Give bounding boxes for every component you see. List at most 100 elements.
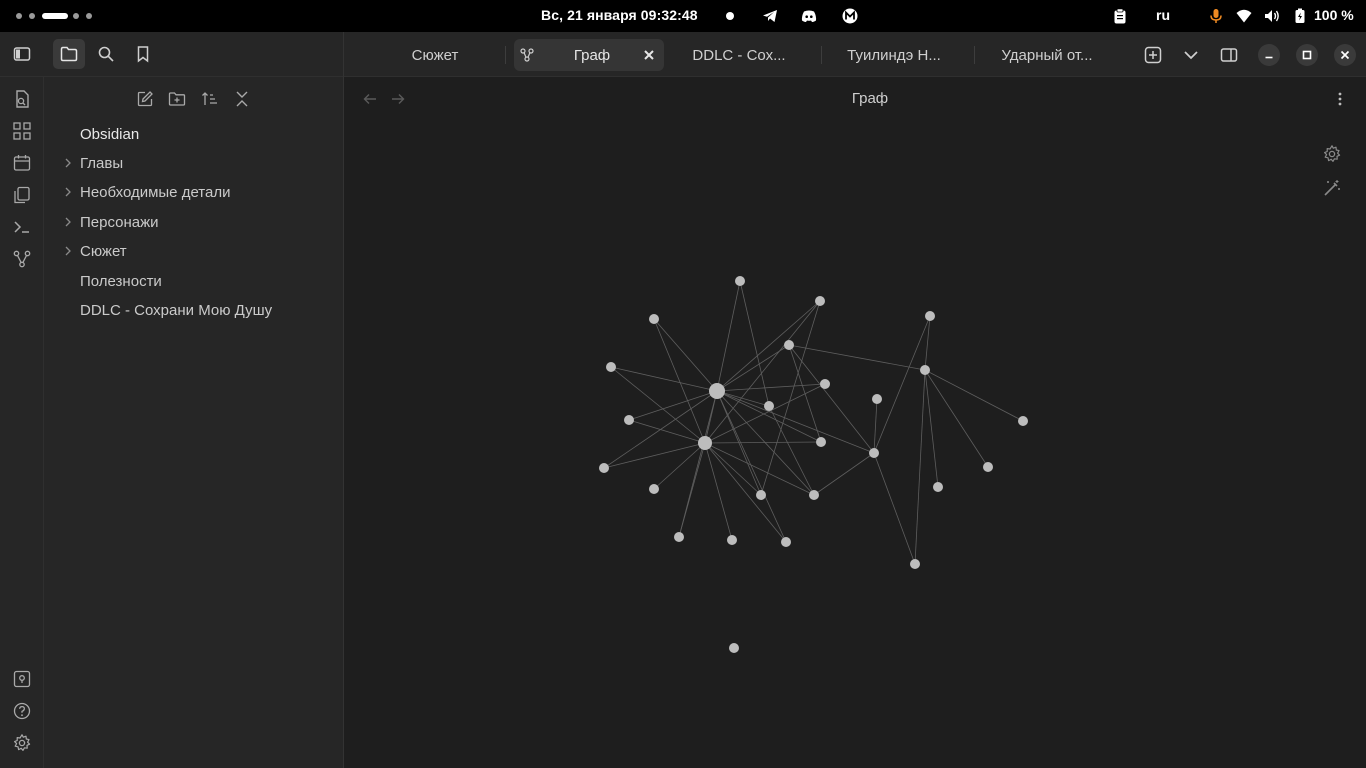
workspace-indicator-1[interactable] (16, 13, 22, 19)
graph-edge (760, 300, 821, 496)
telegram-icon[interactable] (762, 8, 778, 24)
search-button[interactable] (90, 39, 122, 69)
clock[interactable]: Вс, 21 января 09:32:48 (541, 7, 698, 23)
graph-node[interactable] (649, 484, 659, 494)
graph-node[interactable] (872, 394, 882, 404)
graph-node[interactable] (756, 490, 766, 500)
tab-udarny[interactable]: Ударный от... (980, 39, 1114, 71)
workspace-indicator-5[interactable] (86, 13, 92, 19)
tree-file-ddlc[interactable]: DDLC - Сохрани Мою Душу (80, 302, 272, 319)
graph-edge (768, 405, 815, 496)
mailspring-icon[interactable] (842, 8, 858, 24)
graph-edge (873, 452, 916, 565)
battery-icon[interactable] (1292, 8, 1308, 24)
discord-icon[interactable] (801, 8, 817, 24)
graph-node[interactable] (815, 296, 825, 306)
minimize-icon (1265, 56, 1273, 59)
graph-node[interactable] (784, 340, 794, 350)
graph-node[interactable] (1018, 416, 1028, 426)
right-sidebar-toggle-icon[interactable] (1220, 46, 1238, 64)
collapse-all-icon[interactable] (233, 90, 251, 108)
tree-folder-plot[interactable]: Сюжет (80, 243, 127, 260)
graph-node[interactable] (933, 482, 943, 492)
workspace-indicator-active[interactable] (42, 13, 68, 19)
graph-nodes (599, 276, 1028, 653)
graph-edge (924, 369, 1024, 422)
chevron-down-icon[interactable] (1182, 47, 1200, 63)
sort-icon[interactable] (201, 90, 219, 108)
graph-canvas[interactable] (344, 77, 1366, 768)
calendar-icon[interactable] (12, 153, 32, 173)
wifi-icon[interactable] (1236, 8, 1252, 24)
workspace-indicator-2[interactable] (29, 13, 35, 19)
maximize-button[interactable] (1296, 44, 1318, 66)
tree-folder-characters[interactable]: Персонажи (80, 214, 159, 231)
graph-node[interactable] (649, 314, 659, 324)
graph-node[interactable] (816, 437, 826, 447)
workspace-indicator-4[interactable] (73, 13, 79, 19)
graph-node[interactable] (920, 365, 930, 375)
settings-icon[interactable] (12, 733, 32, 753)
graph-node[interactable] (869, 448, 879, 458)
graph-edge (739, 280, 770, 407)
tree-file-useful[interactable]: Полезности (80, 273, 162, 290)
graph-settings-icon[interactable] (1322, 144, 1342, 164)
graph-node[interactable] (983, 462, 993, 472)
chevron-right-icon[interactable] (62, 186, 74, 198)
sidebar-toggle-button[interactable] (6, 39, 38, 69)
keyboard-layout[interactable]: ru (1156, 7, 1170, 23)
chevron-right-icon[interactable] (62, 216, 74, 228)
minimize-button[interactable] (1258, 44, 1280, 66)
vault-name[interactable]: Obsidian (80, 126, 139, 143)
chevron-right-icon[interactable] (62, 157, 74, 169)
close-window-icon (1340, 50, 1350, 60)
close-icon[interactable] (644, 50, 654, 60)
graph-node[interactable] (735, 276, 745, 286)
canvas-icon[interactable] (12, 121, 32, 141)
graph-node[interactable] (727, 535, 737, 545)
graph-node[interactable] (729, 643, 739, 653)
graph-node[interactable] (809, 490, 819, 500)
command-palette-icon[interactable] (12, 217, 32, 237)
tab-ddlc[interactable]: DDLC - Сох... (673, 39, 805, 71)
graph-node[interactable] (606, 362, 616, 372)
quick-switcher-icon[interactable] (12, 89, 32, 109)
new-note-icon[interactable] (136, 90, 154, 108)
graph-node[interactable] (709, 383, 725, 399)
graph-node[interactable] (674, 532, 684, 542)
tab-syuzhet[interactable]: Сюжет (385, 39, 485, 71)
new-tab-icon[interactable] (1144, 46, 1162, 64)
ribbon (0, 77, 44, 768)
graph-node[interactable] (698, 436, 712, 450)
microphone-icon[interactable] (1208, 8, 1224, 24)
new-folder-icon[interactable] (168, 90, 186, 108)
volume-icon[interactable] (1264, 8, 1280, 24)
bookmarks-button[interactable] (127, 39, 159, 69)
chevron-right-icon[interactable] (62, 245, 74, 257)
graph-view-icon[interactable] (12, 249, 32, 269)
animate-wand-icon[interactable] (1322, 178, 1342, 198)
graph-node[interactable] (764, 401, 774, 411)
graph-node[interactable] (925, 311, 935, 321)
graph-node[interactable] (820, 379, 830, 389)
tree-folder-details[interactable]: Необходимые детали (80, 184, 230, 201)
tab-tuilinde[interactable]: Туилиндэ Н... (828, 39, 960, 71)
help-icon[interactable] (12, 701, 32, 721)
system-top-bar: Вс, 21 января 09:32:48 ru 100 % (0, 0, 1366, 32)
graph-edge (678, 442, 706, 538)
battery-percentage[interactable]: 100 % (1314, 7, 1354, 23)
graph-node[interactable] (781, 537, 791, 547)
files-button[interactable] (53, 39, 85, 69)
graph-edge (716, 280, 741, 392)
vault-switcher-icon[interactable] (12, 669, 32, 689)
graph-node[interactable] (599, 463, 609, 473)
clipboard-icon[interactable] (1112, 8, 1128, 24)
close-window-button[interactable] (1334, 44, 1356, 66)
graph-edge (704, 442, 815, 496)
templates-icon[interactable] (12, 185, 32, 205)
graph-edge (924, 315, 931, 371)
graph-node[interactable] (624, 415, 634, 425)
graph-node[interactable] (910, 559, 920, 569)
tab-graph[interactable]: Граф (514, 39, 664, 71)
tree-folder-glavy[interactable]: Главы (80, 155, 123, 172)
